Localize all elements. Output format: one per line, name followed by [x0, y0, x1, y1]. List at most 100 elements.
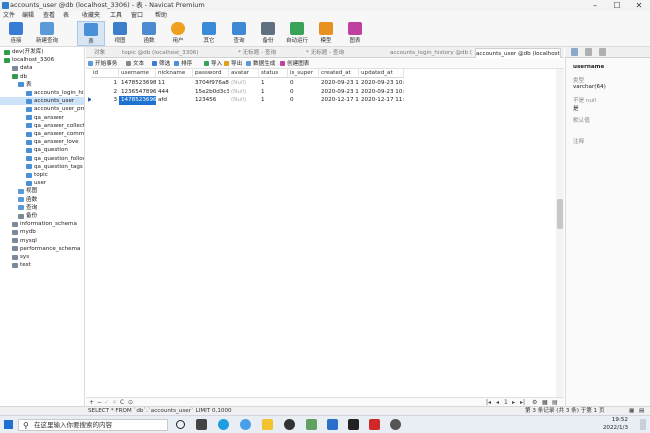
- table-cell[interactable]: 0: [288, 96, 319, 105]
- connection-tree[interactable]: dev(开发库) localhost_3306 data db 表 accounts_lo…: [0, 47, 85, 407]
- tree-item[interactable]: 备份: [0, 212, 84, 220]
- minimize-icon[interactable]: –: [584, 0, 606, 11]
- tab-untitled-query-2[interactable]: * 无标题 - 查询: [306, 48, 368, 58]
- settings-taskbar-icon[interactable]: [390, 419, 401, 430]
- terminal-icon[interactable]: [348, 419, 359, 430]
- column-header-created-at[interactable]: created_at: [319, 69, 359, 78]
- import-button[interactable]: 导入: [204, 59, 222, 69]
- wechat-icon[interactable]: [284, 419, 295, 430]
- edge-browser-icon[interactable]: [218, 419, 229, 430]
- maximize-icon[interactable]: ☐: [606, 0, 628, 11]
- system-clock[interactable]: 19:52 2022/1/3: [603, 417, 628, 432]
- menu-window[interactable]: 窗口: [131, 11, 143, 20]
- sort-button[interactable]: 排序: [174, 59, 192, 69]
- cortana-icon[interactable]: [176, 420, 185, 429]
- table-cell[interactable]: 14785236965: [119, 96, 156, 105]
- query-button[interactable]: 查询: [225, 21, 253, 46]
- tree-item[interactable]: 视图: [0, 187, 84, 195]
- vertical-scrollbar[interactable]: [556, 69, 564, 397]
- tree-item[interactable]: 查询: [0, 204, 84, 212]
- user-button[interactable]: 用户: [164, 21, 192, 46]
- menu-tools[interactable]: 工具: [110, 11, 122, 20]
- task-view-icon[interactable]: [196, 419, 207, 430]
- tree-item[interactable]: qa_answer_comment: [0, 130, 84, 138]
- tree-item[interactable]: sys: [0, 253, 84, 261]
- table-cell[interactable]: 3: [91, 96, 119, 105]
- windows-start-icon[interactable]: [4, 420, 13, 429]
- column-header-nickname[interactable]: nickname: [156, 69, 193, 78]
- app-icon[interactable]: [240, 419, 251, 430]
- tree-item[interactable]: test: [0, 261, 84, 269]
- tree-item[interactable]: accounts_login_history: [0, 89, 84, 97]
- table-cell[interactable]: afd: [156, 96, 193, 105]
- menu-file[interactable]: 文件: [3, 11, 15, 20]
- tree-item[interactable]: qa_answer: [0, 114, 84, 122]
- other-button[interactable]: 其它: [195, 21, 223, 46]
- table-cell[interactable]: 123456: [193, 96, 229, 105]
- tree-item[interactable]: qa_answer_love: [0, 138, 84, 146]
- tree-item[interactable]: 函数: [0, 196, 84, 204]
- tree-item[interactable]: qa_question_follow: [0, 155, 84, 163]
- menu-view[interactable]: 查看: [43, 11, 55, 20]
- view-button[interactable]: 视图: [106, 21, 134, 46]
- menu-edit[interactable]: 编辑: [22, 11, 34, 20]
- menu-favorites[interactable]: 收藏夹: [82, 11, 100, 20]
- autorun-button[interactable]: 自动运行: [283, 21, 311, 46]
- text-button[interactable]: 文本: [126, 59, 144, 69]
- tree-item[interactable]: performance_schema: [0, 245, 84, 253]
- navicat-taskbar-icon[interactable]: [327, 419, 338, 430]
- column-header-username[interactable]: username: [119, 69, 156, 78]
- column-header-is-super[interactable]: is_super: [288, 69, 319, 78]
- tree-item[interactable]: localhost_3306: [0, 56, 84, 64]
- new-query-button[interactable]: 新建查询: [33, 21, 61, 46]
- column-header-id[interactable]: id: [91, 69, 119, 78]
- menu-help[interactable]: 帮助: [155, 11, 167, 20]
- tab-untitled-query-1[interactable]: * 无标题 - 查询: [238, 48, 300, 58]
- tree-item[interactable]: accounts_user: [0, 97, 84, 106]
- preview-icon[interactable]: [599, 48, 606, 56]
- tree-item[interactable]: accounts_user_profile: [0, 105, 84, 113]
- table-button[interactable]: 表: [77, 21, 105, 46]
- table-cell[interactable]: 2020-12-17 11:1: [359, 96, 404, 105]
- export-button[interactable]: 导出: [224, 59, 242, 69]
- function-button[interactable]: 函数: [135, 21, 163, 46]
- table-cell[interactable]: 2020-12-17 11:1: [319, 96, 359, 105]
- ddl-icon[interactable]: [585, 48, 592, 56]
- close-icon[interactable]: ✕: [628, 0, 650, 11]
- app2-icon[interactable]: [306, 419, 317, 430]
- tree-item[interactable]: topic: [0, 171, 84, 179]
- column-header-updated-at[interactable]: updated_at: [359, 69, 404, 78]
- tree-item[interactable]: mydb: [0, 228, 84, 236]
- create-chart-button[interactable]: 创建图表: [280, 59, 309, 69]
- notification-icon[interactable]: [640, 419, 646, 430]
- tree-item[interactable]: user: [0, 179, 84, 187]
- app3-icon[interactable]: [369, 419, 380, 430]
- file-explorer-icon[interactable]: [262, 419, 273, 430]
- chart-button[interactable]: 图表: [341, 21, 369, 46]
- data-grid[interactable]: id username nickname password avatar status is…: [86, 69, 556, 397]
- tree-item[interactable]: qa_question_tags: [0, 163, 84, 171]
- tab-objects[interactable]: 对象: [94, 48, 114, 58]
- connect-button[interactable]: 连接: [2, 21, 30, 46]
- column-header-avatar[interactable]: avatar: [229, 69, 259, 78]
- scrollbar-thumb[interactable]: [557, 199, 563, 229]
- tree-item[interactable]: information_schema: [0, 220, 84, 228]
- column-header-status[interactable]: status: [259, 69, 288, 78]
- table-cell[interactable]: 1: [259, 96, 288, 105]
- model-button[interactable]: 模型: [312, 21, 340, 46]
- tree-item[interactable]: data: [0, 64, 84, 72]
- data-generation-button[interactable]: 数据生成: [246, 59, 275, 69]
- menu-table[interactable]: 表: [63, 11, 69, 20]
- tab-accounts-login-history[interactable]: accounts_login_history @db (l...: [390, 48, 472, 58]
- tree-item[interactable]: 表: [0, 81, 84, 89]
- tree-item[interactable]: db: [0, 73, 84, 81]
- filter-button[interactable]: 筛选: [152, 59, 170, 69]
- tree-item[interactable]: qa_question: [0, 146, 84, 154]
- info-icon[interactable]: [571, 48, 578, 56]
- begin-transaction-button[interactable]: 开始事务: [88, 59, 117, 69]
- tree-item[interactable]: qa_answer_collect: [0, 122, 84, 130]
- tree-item[interactable]: mysql: [0, 237, 84, 245]
- tab-topic[interactable]: topic @db (localhost_3306) - ...: [122, 48, 200, 58]
- backup-button[interactable]: 备份: [254, 21, 282, 46]
- taskbar-search-input[interactable]: ⚲ 在这里输入你要搜索的内容: [18, 419, 168, 431]
